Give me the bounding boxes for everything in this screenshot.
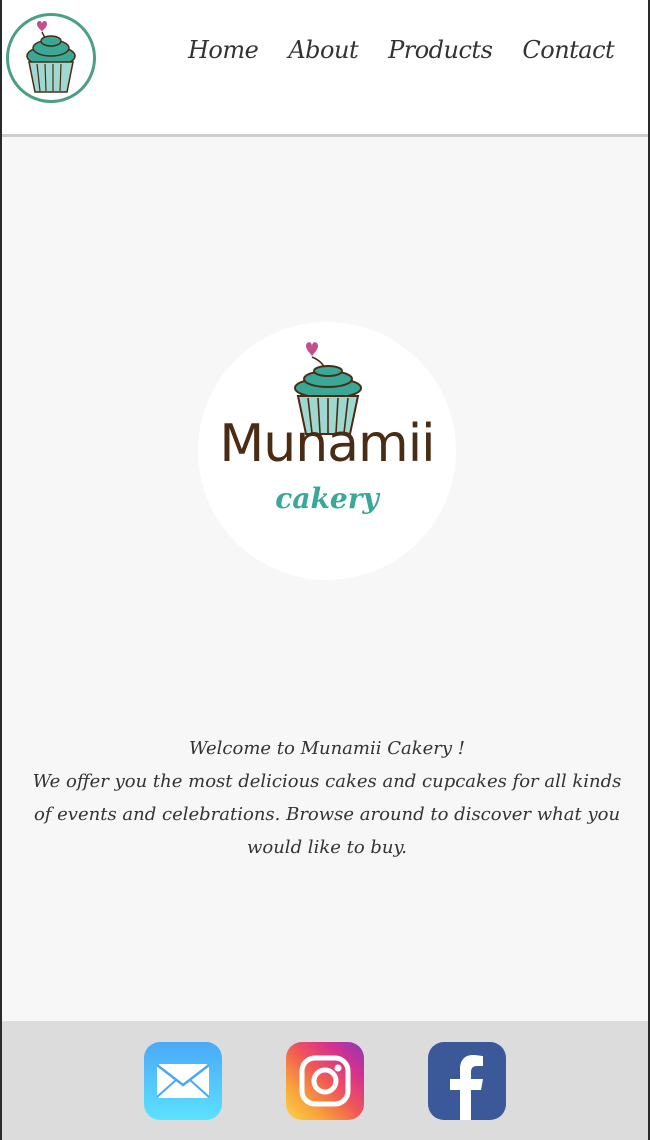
main-nav: Home About Products Contact xyxy=(188,36,615,76)
cupcake-logo-icon xyxy=(26,21,76,93)
mail-icon xyxy=(156,1064,210,1098)
site-footer xyxy=(2,1021,648,1140)
nav-home[interactable]: Home xyxy=(188,36,259,76)
intro-body: We offer you the most delicious cakes an… xyxy=(32,771,622,858)
facebook-icon xyxy=(450,1055,483,1120)
nav-products[interactable]: Products xyxy=(388,36,493,76)
instagram-link[interactable] xyxy=(286,1042,364,1120)
facebook-link[interactable] xyxy=(428,1042,506,1120)
brand-subtitle: cakery xyxy=(275,482,379,515)
intro-text: Welcome to Munamii Cakery ! We offer you… xyxy=(22,732,632,864)
instagram-icon xyxy=(299,1055,351,1107)
hero-logo: Munamii cakery xyxy=(198,322,456,580)
welcome-line: Welcome to Munamii Cakery ! xyxy=(188,738,466,759)
home-logo-link[interactable] xyxy=(6,13,96,103)
nav-about[interactable]: About xyxy=(288,36,358,76)
brand-name: Munamii xyxy=(219,414,435,474)
mail-link[interactable] xyxy=(144,1042,222,1120)
page-frame: Home About Products Contact Munamii cake… xyxy=(0,0,650,1140)
nav-contact[interactable]: Contact xyxy=(522,36,614,76)
site-header: Home About Products Contact xyxy=(2,0,648,137)
